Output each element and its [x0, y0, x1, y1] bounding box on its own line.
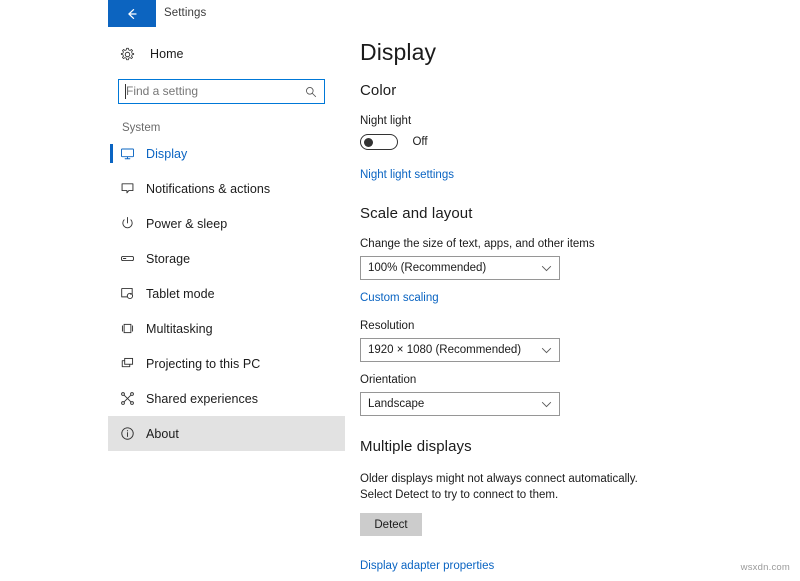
power-icon — [120, 216, 146, 231]
night-light-toggle[interactable] — [360, 134, 398, 150]
back-arrow-icon — [125, 7, 139, 21]
sidebar-item-power-sleep[interactable]: Power & sleep — [108, 206, 345, 241]
chevron-down-icon — [541, 347, 552, 354]
storage-icon — [120, 251, 146, 266]
resolution-dropdown[interactable]: 1920 × 1080 (Recommended) — [360, 338, 560, 362]
sidebar-item-projecting-to-this-pc[interactable]: Projecting to this PC — [108, 346, 345, 381]
sidebar-item-notifications-actions[interactable]: Notifications & actions — [108, 171, 345, 206]
share-icon — [120, 391, 146, 406]
sidebar-item-about-label: About — [146, 427, 179, 441]
sidebar-group-label: System — [122, 122, 345, 134]
sidebar-item-shared-experiences-label: Shared experiences — [146, 392, 258, 406]
multitasking-icon — [120, 321, 146, 336]
night-light-state: Off — [412, 136, 427, 148]
selection-indicator — [110, 144, 113, 163]
sidebar-item-multitasking-label: Multitasking — [146, 322, 213, 336]
notification-icon — [120, 181, 146, 196]
search-caret — [125, 84, 126, 99]
sidebar-item-multitasking[interactable]: Multitasking — [108, 311, 345, 346]
night-light-toggle-row: Off — [360, 133, 690, 151]
night-light-settings-link[interactable]: Night light settings — [360, 169, 454, 181]
title-bar: Settings — [108, 0, 690, 27]
chevron-down-icon — [541, 265, 552, 272]
orientation-dropdown-value: Landscape — [368, 398, 424, 410]
detect-button[interactable]: Detect — [360, 513, 422, 536]
gear-icon — [120, 47, 146, 62]
monitor-icon — [120, 146, 146, 161]
search-icon[interactable] — [305, 85, 317, 103]
scale-section-heading: Scale and layout — [360, 205, 690, 222]
sidebar-item-notifications-actions-label: Notifications & actions — [146, 182, 270, 196]
page-title: Display — [360, 39, 690, 66]
info-icon — [120, 426, 146, 441]
sidebar-item-display[interactable]: Display — [108, 136, 345, 171]
sidebar-item-display-label: Display — [146, 147, 187, 161]
resolution-dropdown-value: 1920 × 1080 (Recommended) — [368, 344, 521, 356]
sidebar-item-about[interactable]: About — [108, 416, 345, 451]
night-light-label: Night light — [360, 115, 690, 127]
sidebar-item-projecting-to-this-pc-label: Projecting to this PC — [146, 357, 260, 371]
window-title: Settings — [156, 0, 206, 27]
sidebar-item-tablet-mode-label: Tablet mode — [146, 287, 215, 301]
sidebar-item-storage-label: Storage — [146, 252, 190, 266]
search-box[interactable] — [118, 79, 325, 104]
sidebar: Home System Display — [108, 27, 345, 581]
sidebar-item-tablet-mode[interactable]: Tablet mode — [108, 276, 345, 311]
sidebar-item-home-label: Home — [146, 47, 184, 61]
back-button[interactable] — [108, 0, 156, 27]
chevron-down-icon — [541, 401, 552, 408]
multiple-displays-description: Older displays might not always connect … — [360, 471, 660, 503]
display-adapter-properties-link[interactable]: Display adapter properties — [360, 560, 494, 572]
orientation-label: Orientation — [360, 374, 690, 386]
sidebar-item-storage[interactable]: Storage — [108, 241, 345, 276]
settings-window: Settings Home System — [108, 0, 690, 581]
projecting-icon — [120, 356, 146, 371]
search-input[interactable] — [119, 81, 296, 102]
watermark: wsxdn.com — [741, 562, 790, 573]
scale-dropdown[interactable]: 100% (Recommended) — [360, 256, 560, 280]
multiple-displays-heading: Multiple displays — [360, 438, 690, 455]
scale-dropdown-value: 100% (Recommended) — [368, 262, 486, 274]
sidebar-item-power-sleep-label: Power & sleep — [146, 217, 227, 231]
scale-label: Change the size of text, apps, and other… — [360, 238, 690, 250]
main-content: Display Color Night light Off Night ligh… — [345, 27, 690, 581]
orientation-dropdown[interactable]: Landscape — [360, 392, 560, 416]
tablet-icon — [120, 286, 146, 301]
sidebar-item-shared-experiences[interactable]: Shared experiences — [108, 381, 345, 416]
sidebar-item-home[interactable]: Home — [108, 38, 345, 70]
color-section-heading: Color — [360, 82, 690, 99]
toggle-knob — [364, 138, 373, 147]
custom-scaling-link[interactable]: Custom scaling — [360, 292, 439, 304]
resolution-label: Resolution — [360, 320, 690, 332]
